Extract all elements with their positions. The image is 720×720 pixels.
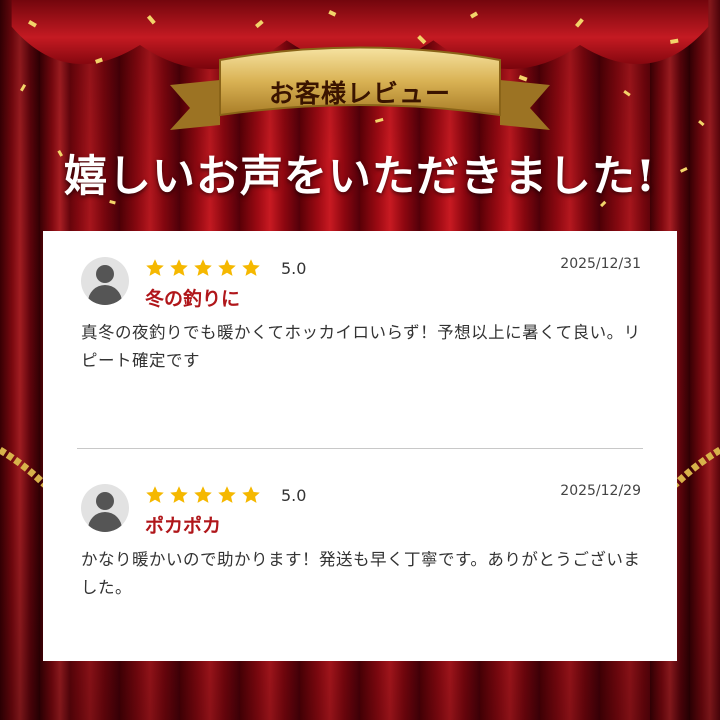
star-icon [146, 259, 164, 276]
star-icon [194, 259, 212, 276]
banner-label: お客様レビュー [268, 79, 451, 108]
star-icon [194, 486, 212, 503]
star-rating [145, 485, 261, 505]
review-date: 2025/12/29 [560, 483, 641, 499]
review-body: かなり暖かいので助かります！発送も早く丁寧です。ありがとうございました。 [81, 550, 641, 597]
star-icon [242, 486, 260, 503]
review-date: 2025/12/31 [560, 256, 641, 272]
reviews-card: 5.0 2025/12/31 冬の釣りに 真冬の夜釣りでも暖かくてホッカイロいら… [43, 231, 677, 661]
user-avatar-icon [81, 484, 129, 532]
rating-value: 5.0 [281, 259, 307, 278]
theater-background: お客様レビュー 嬉しいお声をいただきました! 5.0 2025/12/31 冬の… [0, 0, 720, 720]
review-divider [77, 448, 643, 449]
star-icon [218, 259, 236, 276]
star-icon [218, 486, 236, 503]
star-icon [170, 486, 188, 503]
headline: 嬉しいお声をいただきました! [64, 152, 656, 202]
user-avatar-icon [81, 257, 129, 305]
star-icon [170, 259, 188, 276]
review-body: 真冬の夜釣りでも暖かくてホッカイロいらず！予想以上に暑くて良い。リピート確定です [81, 323, 641, 370]
rating-value: 5.0 [281, 486, 307, 505]
review-title: 冬の釣りに [145, 288, 241, 310]
star-rating [145, 258, 261, 278]
review-title: ポカポカ [145, 515, 222, 537]
star-icon [146, 486, 164, 503]
star-icon [242, 259, 260, 276]
